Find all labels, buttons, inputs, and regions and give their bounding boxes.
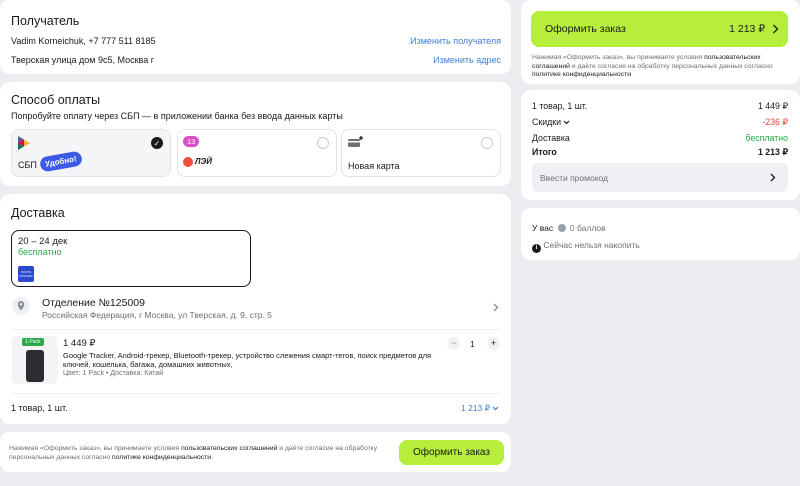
chevron-right-icon (773, 24, 779, 34)
split-label: ЛЭЙ (195, 157, 212, 166)
sidebar-legal-pre: Нажимая «Оформить заказ», вы принимаете … (532, 54, 705, 61)
product-description[interactable]: Google Tracker, Android-трекер, Bluetoot… (63, 351, 443, 369)
delivery-summary-total[interactable]: 1 213 ₽ (461, 403, 499, 414)
product-device-shape (26, 350, 44, 382)
summary-items-value: 1 449 ₽ (757, 101, 788, 111)
chevron-down-icon (492, 406, 499, 411)
recipient-name-phone: Vadim Korneichuk, +7 777 511 8185 (11, 36, 156, 46)
sidebar-legal-mid: и даёте согласие на обработку персональн… (569, 62, 773, 70)
split-badge-text: 13 (187, 137, 196, 146)
footer-order-button[interactable]: Оформить заказ (399, 440, 504, 465)
russian-post-logo: ПОЧТА РОССИИ (18, 266, 34, 282)
payment-title: Способ оплаты (11, 93, 101, 107)
product-meta: Цвет: 1 Pack • Доставка: Китай (63, 370, 164, 377)
summary-discounts-label: Скидки (532, 117, 562, 127)
pickup-office-title[interactable]: Отделение №125009 (42, 297, 145, 309)
summary-discounts-row[interactable]: Скидки -236 ₽ (532, 117, 788, 127)
sidebar-order-button[interactable]: Оформить заказ 1 213 ₽ (531, 11, 788, 47)
summary-shipping-row: Доставка бесплатно (532, 133, 788, 143)
points-note: Сейчас нельзя накопить (543, 240, 640, 250)
payment-option-new-card[interactable]: Новая карта (341, 129, 501, 177)
qty-plus-button[interactable]: + (487, 337, 500, 350)
info-icon: i (532, 244, 541, 253)
pickup-office-address: Российская Федерация, г Москва, ул Тверс… (42, 310, 272, 320)
summary-total-label: Итого (532, 147, 557, 157)
change-address-link[interactable]: Изменить адрес (433, 55, 501, 65)
russian-post-logo-text: ПОЧТА РОССИИ (19, 270, 33, 278)
split-logo-icon (183, 157, 193, 167)
new-card-label: Новая карта (348, 161, 400, 171)
sbp-logo-icon (18, 136, 30, 150)
payment-option-split[interactable]: 13 ЛЭЙ (177, 129, 337, 177)
points-coin-icon (557, 224, 566, 232)
points-row: У вас 0 баллов (532, 223, 606, 233)
sidebar-order-total: 1 213 ₽ (729, 23, 765, 35)
footer-legal-pre: Нажимая «Оформить заказ», вы принимаете … (9, 445, 182, 452)
footer-legal-text: Нажимая «Оформить заказ», вы принимаете … (9, 444, 389, 462)
summary-total-value: 1 213 ₽ (757, 147, 788, 157)
summary-items-label: 1 товар, 1 шт. (532, 101, 588, 111)
footer-privacy-link[interactable]: политике конфиденциальности (112, 454, 211, 461)
split-badge: 13 (183, 136, 200, 147)
summary-total-row: Итого 1 213 ₽ (532, 147, 788, 157)
sidebar-legal-text: Нажимая «Оформить заказ», вы принимаете … (532, 54, 788, 80)
sbp-selected-check-icon: ✓ (151, 137, 163, 149)
chevron-down-icon (564, 120, 570, 125)
location-pin-icon (12, 297, 30, 315)
card-plus-icon (348, 136, 363, 147)
footer-user-agreement-link[interactable]: пользовательских соглашений (181, 445, 277, 452)
delivery-summary-total-text: 1 213 ₽ (461, 403, 491, 413)
promo-code-placeholder: Ввести промокод (540, 173, 609, 183)
summary-items-row: 1 товар, 1 шт. 1 449 ₽ (532, 101, 788, 111)
points-prefix: У вас (532, 223, 554, 233)
product-divider (11, 393, 501, 394)
points-value: 0 баллов (569, 223, 606, 233)
change-recipient-link[interactable]: Изменить получателя (410, 36, 501, 46)
sidebar-privacy-link[interactable]: политике конфиденциальности (532, 71, 631, 78)
sbp-badge: Удобно! (39, 150, 83, 173)
product-pack-badge: 1-Pack (22, 338, 44, 346)
sidebar-order-button-label: Оформить заказ (545, 23, 626, 35)
payment-hint: Попробуйте оплату через СБП — в приложен… (11, 111, 343, 121)
footer-legal-end: . (211, 454, 213, 461)
summary-discounts-value: -236 ₽ (762, 117, 788, 127)
chevron-right-icon[interactable] (492, 303, 499, 312)
payment-option-sbp[interactable]: СБП Удобно! ✓ (11, 129, 171, 177)
delivery-price: бесплатно (18, 247, 62, 257)
points-note-row: i Сейчас нельзя накопить (532, 240, 640, 253)
sbp-label: СБП (18, 160, 37, 170)
delivery-summary-count: 1 товар, 1 шт. (11, 403, 68, 413)
recipient-title: Получатель (11, 14, 80, 28)
footer-order-button-label: Оформить заказ (413, 447, 490, 458)
delivery-date-option[interactable]: 20 – 24 дек бесплатно ПОЧТА РОССИИ (11, 230, 251, 287)
summary-shipping-label: Доставка (532, 133, 570, 143)
product-image[interactable]: 1-Pack (12, 336, 58, 384)
qty-value[interactable]: 1 (470, 339, 475, 349)
qty-minus-button[interactable]: − (447, 337, 460, 350)
product-price: 1 449 ₽ (63, 338, 96, 349)
summary-shipping-value: бесплатно (745, 133, 788, 143)
chevron-right-icon (770, 173, 776, 182)
new-card-radio[interactable] (481, 137, 493, 149)
delivery-card (0, 194, 511, 424)
delivery-divider (11, 329, 501, 330)
delivery-title: Доставка (11, 206, 65, 220)
split-radio[interactable] (317, 137, 329, 149)
delivery-dates: 20 – 24 дек (18, 236, 68, 247)
recipient-address: Тверская улица дом 9с5, Москва г (11, 55, 155, 65)
promo-code-input[interactable]: Ввести промокод (532, 163, 788, 192)
